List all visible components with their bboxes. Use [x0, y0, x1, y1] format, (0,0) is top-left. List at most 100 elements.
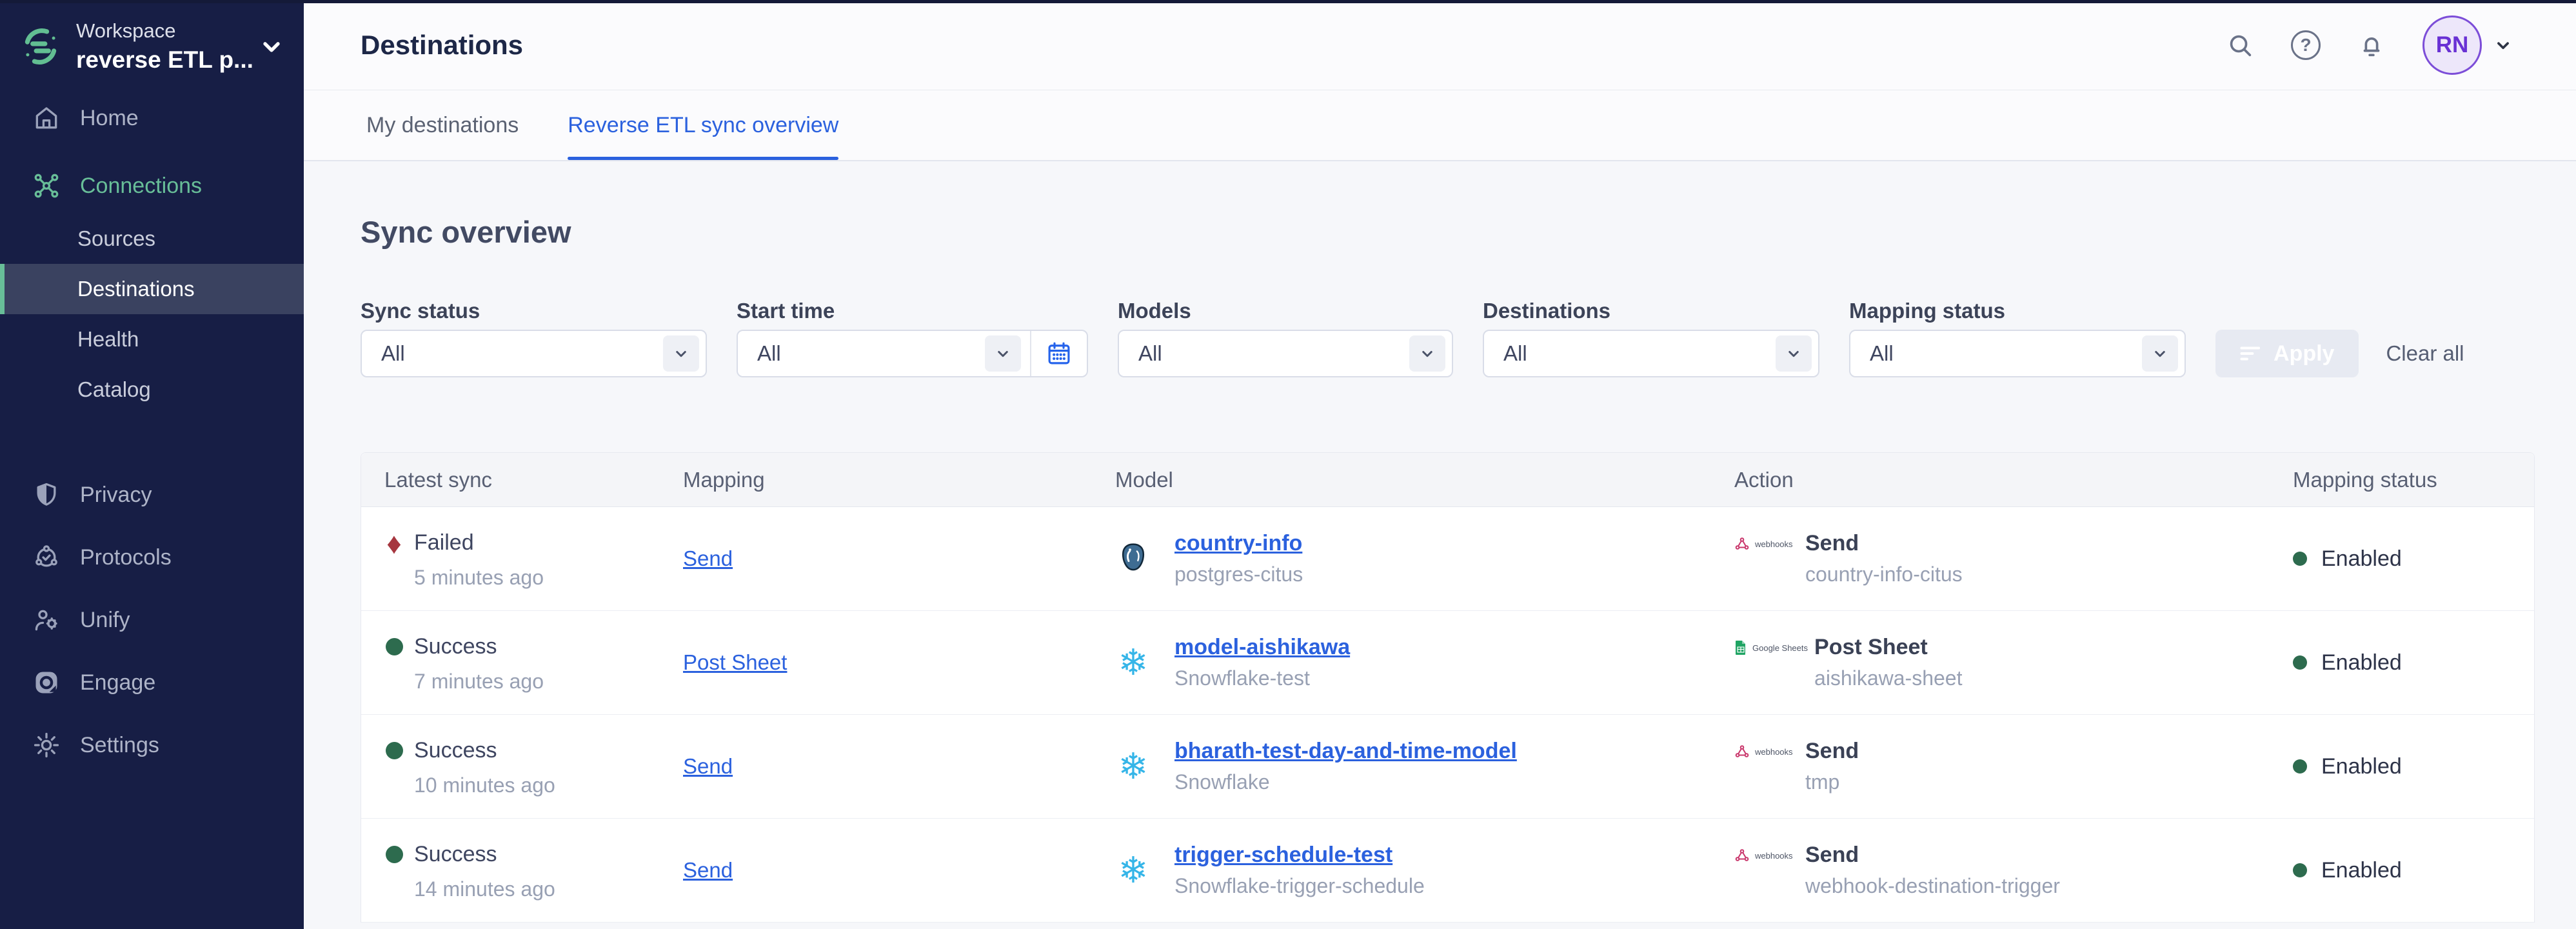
table-row: Success 14 minutes ago Send ❄ tr [361, 819, 2534, 923]
google-sheets-logo-icon [1734, 640, 1747, 655]
mapping-link[interactable]: Send [683, 754, 733, 778]
models-select[interactable]: All [1118, 330, 1453, 377]
apply-button[interactable]: Apply [2215, 330, 2359, 377]
col-action: Action [1734, 468, 2293, 492]
clear-all-link[interactable]: Clear all [2386, 330, 2464, 377]
col-mapping-status: Mapping status [2293, 468, 2534, 492]
destination-logo-label: webhooks [1755, 747, 1793, 757]
sidebar-item-settings[interactable]: Settings [0, 722, 304, 768]
table-row: Success 7 minutes ago Post Sheet ❄ [361, 611, 2534, 715]
webhooks-logo-icon [1734, 744, 1750, 759]
action-name: Send [1805, 843, 2060, 868]
model-link[interactable]: bharath-test-day-and-time-model [1174, 739, 1517, 763]
sidebar-item-label: Engage [80, 670, 155, 695]
sidebar-item-label: Catalog [77, 377, 151, 402]
workspace-label: Workspace [76, 19, 244, 43]
bell-icon[interactable] [2357, 30, 2386, 60]
model-link[interactable]: country-info [1174, 531, 1302, 555]
sync-overview-table: Latest sync Mapping Model Action Mapping… [361, 452, 2535, 923]
sidebar-item-engage[interactable]: Engage [0, 659, 304, 706]
gear-icon [32, 731, 61, 759]
sidebar-item-unify[interactable]: Unify [0, 597, 304, 643]
snowflake-icon: ❄ [1118, 852, 1149, 888]
table-row: Failed 5 minutes ago Send ❄ coun [361, 507, 2534, 611]
webhooks-logo-icon [1734, 848, 1750, 863]
sidebar-item-connections[interactable]: Connections [0, 163, 304, 209]
sidebar-item-label: Sources [77, 226, 155, 251]
select-value: All [381, 341, 405, 366]
shield-icon [32, 481, 61, 509]
sidebar-item-label: Connections [80, 174, 202, 199]
chevron-down-icon[interactable] [259, 34, 284, 59]
workspace-switcher[interactable]: Workspace reverse ETL p... [0, 0, 304, 74]
help-icon[interactable]: ? [2291, 30, 2321, 60]
connections-sub-list: Sources Destinations Health Catalog [0, 214, 304, 415]
destination-logo-label: webhooks [1755, 851, 1793, 861]
tab-label: Reverse ETL sync overview [568, 113, 838, 138]
sync-status-text: Success [414, 634, 497, 659]
mapping-status-select[interactable]: All [1849, 330, 2186, 377]
enabled-dot-icon [2293, 759, 2307, 774]
sidebar-item-health[interactable]: Health [0, 314, 304, 365]
tab-my-destinations[interactable]: My destinations [366, 90, 519, 160]
sidebar-item-protocols[interactable]: Protocols [0, 534, 304, 581]
model-link[interactable]: model-aishikawa [1174, 635, 1350, 659]
unify-icon [32, 606, 61, 634]
start-time-select[interactable]: All [737, 330, 1088, 377]
tab-bar: My destinations Reverse ETL sync overvie… [304, 90, 2576, 161]
select-value: All [1503, 341, 1527, 366]
model-link[interactable]: trigger-schedule-test [1174, 843, 1392, 867]
sidebar-item-catalog[interactable]: Catalog [0, 365, 304, 415]
sync-status-select[interactable]: All [361, 330, 707, 377]
sidebar-nav: Home Connections Sources Destinations He… [0, 95, 304, 768]
home-icon [32, 104, 61, 132]
sidebar-item-sources[interactable]: Sources [0, 214, 304, 264]
destination-logo-label: webhooks [1755, 539, 1793, 549]
tab-label: My destinations [366, 113, 519, 138]
filter-label: Sync status [361, 299, 707, 323]
model-subtext: Snowflake-trigger-schedule [1174, 874, 1425, 898]
snowflake-icon: ❄ [1118, 644, 1149, 681]
enabled-dot-icon [2293, 655, 2307, 670]
section-heading: Sync overview [361, 214, 2535, 250]
destination-logo: webhooks [1734, 744, 1799, 759]
table-header: Latest sync Mapping Model Action Mapping… [361, 453, 2534, 507]
search-icon[interactable] [2225, 30, 2255, 60]
action-subtext: aishikawa-sheet [1814, 666, 1962, 690]
destination-logo: Google Sheets [1734, 640, 1808, 655]
apply-label: Apply [2274, 341, 2334, 366]
sidebar-item-label: Home [80, 106, 139, 131]
webhooks-logo-icon [1734, 536, 1750, 552]
mapping-status-text: Enabled [2321, 858, 2402, 883]
destination-logo-label: Google Sheets [1752, 643, 1808, 653]
model-subtext: Snowflake [1174, 770, 1517, 794]
action-name: Post Sheet [1814, 635, 1962, 660]
sidebar-item-destinations[interactable]: Destinations [0, 264, 304, 314]
sidebar-item-label: Destinations [77, 277, 195, 301]
chevron-down-icon [985, 335, 1021, 372]
mapping-status-text: Enabled [2321, 650, 2402, 675]
sync-status-text: Success [414, 842, 497, 867]
sidebar-item-home[interactable]: Home [0, 95, 304, 141]
sync-status-icon [384, 840, 404, 870]
action-name: Send [1805, 739, 1859, 764]
chevron-down-icon [2142, 335, 2178, 372]
destinations-select[interactable]: All [1483, 330, 1819, 377]
col-latest-sync: Latest sync [361, 468, 683, 492]
filter-label: Start time [737, 299, 1088, 323]
tab-reverse-etl-sync-overview[interactable]: Reverse ETL sync overview [568, 90, 838, 160]
avatar[interactable]: RN [2422, 15, 2482, 75]
sync-time: 10 minutes ago [414, 774, 683, 797]
sidebar: Workspace reverse ETL p... Home Connecti… [0, 0, 304, 929]
mapping-link[interactable]: Send [683, 546, 733, 570]
mapping-status-text: Enabled [2321, 546, 2402, 572]
snowflake-icon: ❄ [1118, 748, 1149, 784]
mapping-link[interactable]: Send [683, 858, 733, 882]
enabled-dot-icon [2293, 552, 2307, 566]
connections-icon [32, 172, 61, 200]
calendar-icon[interactable] [1030, 331, 1087, 376]
mapping-link[interactable]: Post Sheet [683, 650, 787, 674]
user-menu[interactable]: RN [2422, 15, 2514, 75]
sidebar-item-privacy[interactable]: Privacy [0, 472, 304, 518]
chevron-down-icon [1409, 335, 1445, 372]
